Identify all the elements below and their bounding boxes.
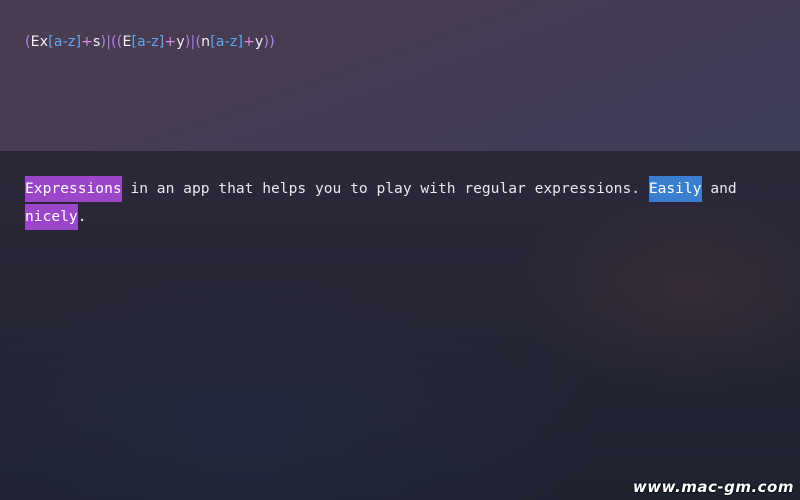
plain-text: . (77, 208, 87, 225)
regex-token-quant: + (243, 34, 256, 50)
regex-token-class: [a-z] (131, 34, 165, 50)
regex-token-lit: E (122, 34, 132, 50)
match-highlight-blue: Easily (648, 176, 702, 202)
regex-token-quant: + (164, 34, 177, 50)
match-highlight-purple: nicely (25, 204, 78, 230)
regex-token-paren: (( (111, 34, 123, 50)
regex-token-class: [a-z] (48, 34, 82, 50)
test-text-editor[interactable]: Expressions in an app that helps you to … (25, 175, 745, 231)
regex-editor-pane[interactable]: (Ex[a-z]+s)|((E[a-z]+y)|(n[a-z]+y)) (0, 0, 800, 151)
regex-token-lit: y (255, 34, 264, 50)
regex-app-window: (Ex[a-z]+s)|((E[a-z]+y)|(n[a-z]+y)) Expr… (0, 0, 800, 500)
regex-token-lit: n (201, 34, 211, 50)
match-highlight-purple: Expressions (25, 176, 122, 202)
regex-token-lit: s (93, 34, 101, 50)
plain-text: in an app that helps you to play with re… (121, 180, 649, 197)
regex-input[interactable]: (Ex[a-z]+s)|((E[a-z]+y)|(n[a-z]+y)) (25, 33, 275, 51)
regex-token-lit: y (176, 34, 185, 50)
regex-token-quant: + (81, 34, 94, 50)
regex-token-paren: )) (263, 34, 275, 50)
test-text-pane[interactable]: Expressions in an app that helps you to … (0, 152, 800, 500)
regex-token-class: [a-z] (210, 34, 244, 50)
regex-token-lit: Ex (30, 34, 49, 50)
plain-text: and (710, 180, 737, 197)
watermark: www.mac-gm.com (632, 478, 794, 496)
